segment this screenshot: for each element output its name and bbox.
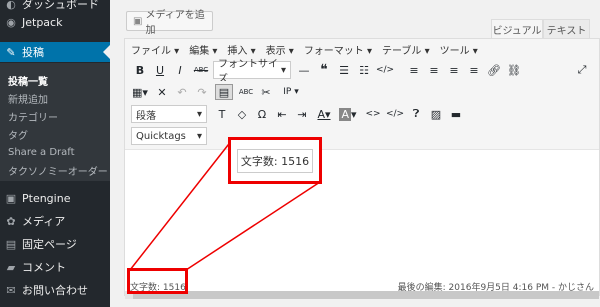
- mail-icon: ✉: [6, 283, 16, 297]
- numbered-list-icon[interactable]: ☷: [357, 62, 371, 78]
- toolbar-row-2: ▦▾ ✕ ↶ ↷ ▤ ABC ✂ IP ▾: [125, 81, 599, 103]
- tinymce-editor: ファイル ▾ 編集 ▾ 挿入 ▾ 表示 ▾ フォーマット ▾ テーブル ▾ ツー…: [124, 38, 600, 299]
- paragraph-label: 段落: [136, 110, 156, 122]
- sidebar-item-comments[interactable]: ▰ コメント: [0, 257, 110, 277]
- pin-icon: ✎: [6, 45, 16, 59]
- submenu-taxonomy-order[interactable]: タクソノミーオーダー: [8, 161, 108, 179]
- page-icon: ▤: [5, 237, 17, 251]
- submenu-tags[interactable]: タグ: [8, 125, 28, 143]
- more-tag-icon[interactable]: ▬: [449, 106, 463, 122]
- horizontal-line-icon[interactable]: —: [297, 62, 311, 78]
- quicktags-select[interactable]: Quicktags ▾: [131, 127, 207, 145]
- help-icon[interactable]: ❓︎: [409, 106, 423, 122]
- align-right-icon[interactable]: ≡: [447, 62, 461, 78]
- sidebar-item-label: コメント: [22, 261, 66, 274]
- submenu-share-draft[interactable]: Share a Draft: [8, 143, 75, 161]
- menu-tools[interactable]: ツール ▾: [440, 42, 478, 57]
- special-chars-icon[interactable]: ✂: [259, 84, 273, 100]
- sidebar-item-label: メディア: [22, 215, 66, 228]
- editor-footer: 文字数: 1516 最後の編集: 2016年9月5日 4:16 PM - かじさ…: [124, 276, 600, 296]
- unlink-icon[interactable]: ⛓︎: [507, 62, 521, 78]
- toolbar-toggle-icon[interactable]: ▤: [215, 84, 233, 100]
- jetpack-icon: ◉: [6, 15, 16, 29]
- toolbar-row-3: 段落 ▾ T ◇ Ω ⇤ ⇥ A▾ A ▾ <> </> ❓︎ ▨ ▬: [125, 103, 599, 125]
- dashboard-icon: ◐: [6, 0, 16, 11]
- chevron-down-icon: ▾: [196, 130, 202, 142]
- media-icon: ▣: [133, 15, 143, 27]
- sidebar-item-label: Ptengine: [22, 191, 71, 205]
- link-icon[interactable]: 🔗︎: [487, 62, 501, 78]
- menu-edit[interactable]: 編集 ▾: [189, 42, 217, 57]
- clear-format-icon[interactable]: ◇: [235, 106, 249, 122]
- sidebar-item-posts[interactable]: ✎ 投稿: [0, 42, 110, 62]
- outdent-icon[interactable]: ⇤: [275, 106, 289, 122]
- toolbar-row-4: Quicktags ▾: [125, 125, 599, 149]
- underline-icon[interactable]: U: [153, 62, 167, 78]
- callout-word-count: 文字数: 1516: [237, 149, 313, 173]
- editor-content[interactable]: [125, 149, 599, 291]
- chevron-down-icon: ▾: [196, 108, 202, 120]
- sidebar-item-pages[interactable]: ▤ 固定ページ: [0, 234, 110, 254]
- blockquote-icon[interactable]: ❝: [317, 62, 331, 78]
- undo-icon[interactable]: ↶: [175, 84, 189, 100]
- callout-highlight-box: [127, 268, 188, 294]
- media-icon: ✿: [6, 214, 16, 228]
- paragraph-select[interactable]: 段落 ▾: [131, 105, 207, 123]
- code-right-icon[interactable]: </>: [386, 106, 404, 122]
- align-center-icon[interactable]: ≡: [427, 62, 441, 78]
- font-size-select[interactable]: フォントサイズ ▾: [213, 59, 291, 85]
- spellcheck-icon[interactable]: ABC: [239, 84, 253, 100]
- code-icon[interactable]: </>: [376, 62, 394, 78]
- submenu-categories[interactable]: カテゴリー: [8, 107, 58, 125]
- last-edited: 最後の編集: 2016年9月5日 4:16 PM - かじさん: [397, 282, 594, 293]
- tab-text[interactable]: テキスト: [543, 19, 590, 39]
- sidebar-item-label: ダッシュボード: [22, 0, 99, 11]
- table-icon[interactable]: ▦▾: [131, 84, 149, 100]
- submenu-all-posts[interactable]: 投稿一覧: [8, 71, 48, 89]
- add-media-button[interactable]: ▣ メディアを追加: [126, 10, 213, 36]
- align-left-icon[interactable]: ≡: [407, 62, 421, 78]
- italic-icon[interactable]: I: [173, 62, 187, 78]
- comment-icon: ▰: [6, 260, 16, 274]
- code-left-icon[interactable]: <>: [365, 106, 381, 122]
- align-justify-icon[interactable]: ≡: [467, 62, 481, 78]
- editor-area: ▣ メディアを追加 ビジュアル テキスト ファイル ▾ 編集 ▾ 挿入 ▾ 表示…: [110, 0, 600, 307]
- sidebar-item-jetpack[interactable]: ◉ Jetpack: [0, 12, 110, 32]
- quicktags-label: Quicktags: [136, 130, 186, 142]
- text-color-icon[interactable]: A▾: [315, 106, 333, 122]
- fullscreen-icon[interactable]: ⤢: [575, 62, 589, 78]
- paste-text-icon[interactable]: T: [215, 106, 229, 122]
- bold-icon[interactable]: B: [133, 62, 147, 78]
- sidebar-item-label: 投稿: [22, 46, 44, 59]
- callout-zoom-box: 文字数: 1516: [228, 137, 322, 184]
- menu-file[interactable]: ファイル ▾: [131, 42, 179, 57]
- posts-submenu: 投稿一覧 新規追加 カテゴリー タグ Share a Draft タクソノミーオ…: [0, 63, 110, 181]
- menu-table[interactable]: テーブル ▾: [382, 42, 430, 57]
- add-media-label: メディアを追加: [145, 10, 205, 36]
- tab-visual[interactable]: ビジュアル: [491, 19, 543, 39]
- chevron-down-icon: ▾: [280, 64, 286, 76]
- expand-icon[interactable]: ✕: [155, 84, 169, 100]
- toolbar-row-1: B U I ABC フォントサイズ ▾ — ❝ ☰ ☷ </> ≡ ≡ ≡ ≡ …: [125, 59, 599, 85]
- bg-color-icon[interactable]: A ▾: [339, 106, 357, 122]
- strikethrough-icon[interactable]: ABC: [193, 62, 209, 78]
- sidebar-item-media[interactable]: ✿ メディア: [0, 211, 110, 231]
- editor-menubar: ファイル ▾ 編集 ▾ 挿入 ▾ 表示 ▾ フォーマット ▾ テーブル ▾ ツー…: [125, 39, 599, 59]
- special-character-icon[interactable]: Ω: [255, 106, 269, 122]
- sidebar-item-label: 固定ページ: [22, 238, 77, 251]
- redo-icon[interactable]: ↷: [195, 84, 209, 100]
- ip-icon[interactable]: IP ▾: [279, 84, 303, 100]
- sidebar-item-contact[interactable]: ✉ お問い合わせ: [0, 280, 110, 300]
- menu-format[interactable]: フォーマット ▾: [304, 42, 372, 57]
- indent-icon[interactable]: ⇥: [295, 106, 309, 122]
- sidebar-item-ptengine[interactable]: ▣ Ptengine: [0, 188, 110, 208]
- sidebar-item-label: Jetpack: [22, 15, 63, 29]
- image-icon[interactable]: ▨: [429, 106, 443, 122]
- admin-sidebar: ◐ ダッシュボード ◉ Jetpack ✎ 投稿 投稿一覧 新規追加 カテゴリー…: [0, 0, 110, 307]
- ptengine-icon: ▣: [5, 191, 17, 205]
- sidebar-item-label: お問い合わせ: [22, 284, 88, 297]
- bullet-list-icon[interactable]: ☰: [337, 62, 351, 78]
- submenu-add-new[interactable]: 新規追加: [8, 89, 48, 107]
